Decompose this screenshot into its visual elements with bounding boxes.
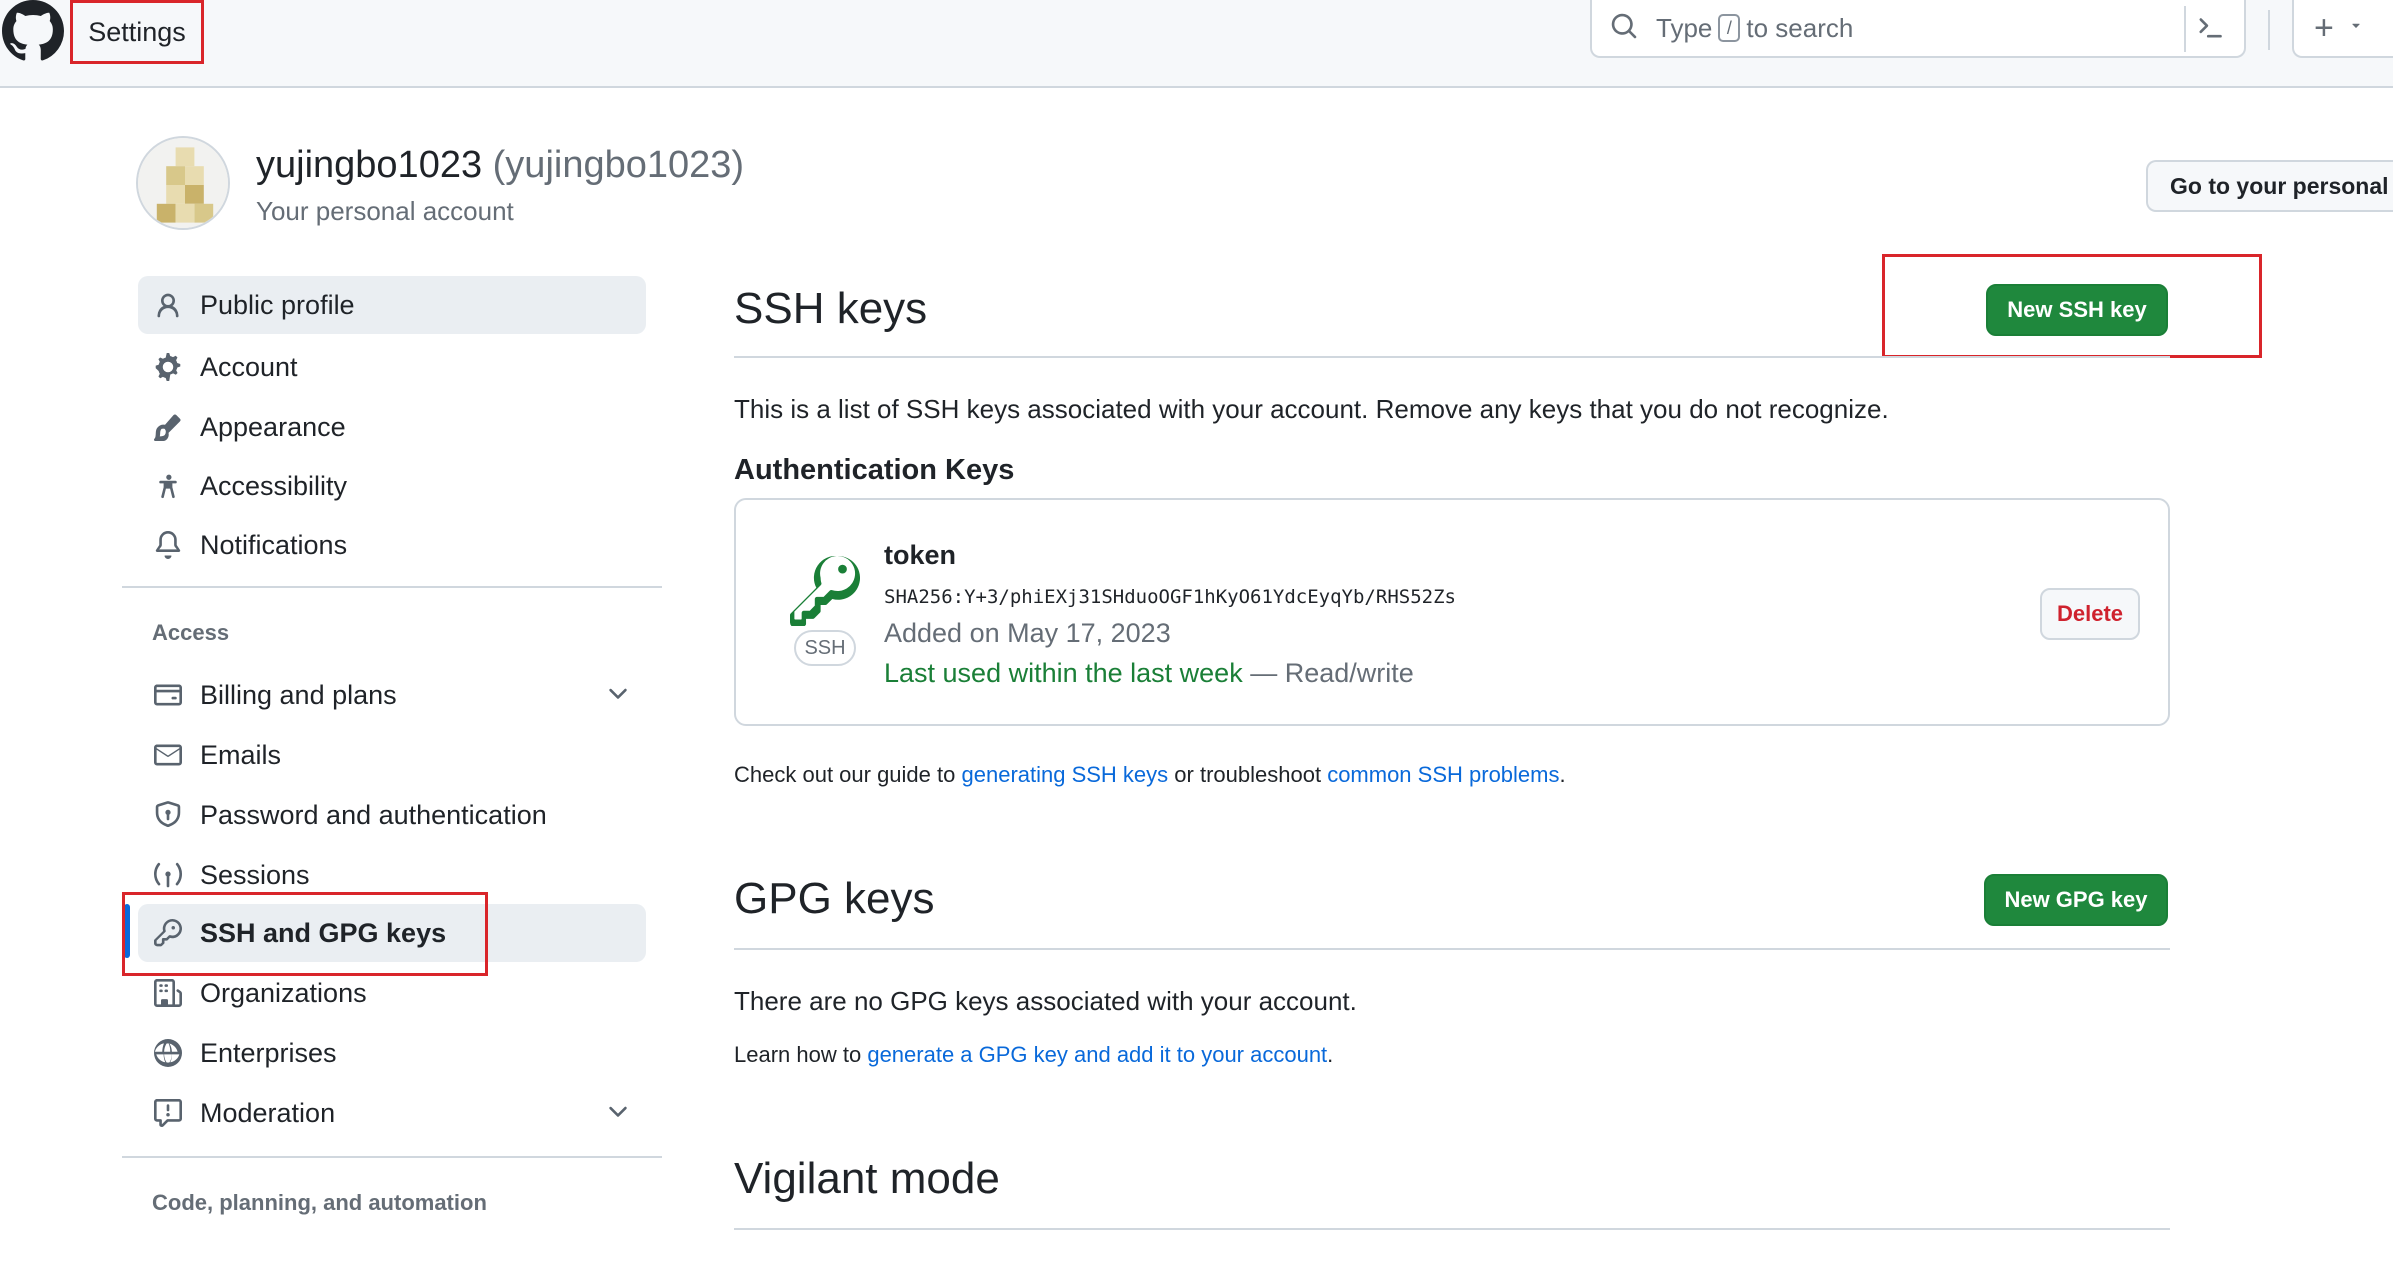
- sidebar-item-enterprises[interactable]: Enterprises: [138, 1024, 646, 1082]
- guide-end: .: [1559, 762, 1566, 787]
- key-title: token: [884, 540, 957, 570]
- chevron-down-icon[interactable]: [604, 1098, 632, 1133]
- search-icon: [1610, 12, 1638, 45]
- credit-card-icon: [152, 679, 184, 711]
- sidebar-item-label: Appearance: [200, 411, 346, 442]
- sidebar-section-code: Code, planning, and automation: [152, 1190, 487, 1215]
- key-last-used: Last used within the last week — Read/wr…: [884, 658, 1414, 689]
- triangle-down-icon: [2348, 18, 2364, 39]
- broadcast-icon: [152, 859, 184, 891]
- section-divider: [734, 948, 2170, 950]
- sidebar-item-notifications[interactable]: Notifications: [138, 516, 646, 574]
- sidebar-divider: [122, 1156, 662, 1158]
- key-icon: [789, 555, 861, 631]
- paintbrush-icon: [152, 411, 184, 443]
- generating-ssh-keys-link[interactable]: generating SSH keys: [962, 762, 1169, 787]
- sidebar-item-label: Accessibility: [200, 470, 348, 501]
- gear-icon: [152, 351, 184, 383]
- sidebar-item-label: Account: [200, 351, 298, 382]
- learn-prefix: Learn how to: [734, 1042, 862, 1067]
- sidebar-section-access: Access: [152, 620, 230, 645]
- report-icon: [152, 1097, 184, 1129]
- learn-end: .: [1327, 1042, 1334, 1067]
- generate-gpg-key-link[interactable]: generate a GPG key and add it to your ac…: [867, 1042, 1327, 1067]
- bell-icon: [152, 529, 184, 561]
- new-gpg-key-button[interactable]: New GPG key: [1984, 874, 2168, 926]
- gpg-learn-text: Learn how to generate a GPG key and add …: [734, 1042, 1333, 1068]
- github-logo-icon[interactable]: [0, 0, 66, 62]
- go-to-profile-button[interactable]: Go to your personal profile: [2146, 160, 2393, 212]
- sidebar-item-label: Moderation: [200, 1097, 336, 1128]
- command-palette-button[interactable]: [2184, 6, 2234, 52]
- chevron-down-icon[interactable]: [604, 680, 632, 715]
- page-title: Settings: [70, 0, 204, 64]
- key-last-used-text: Last used within the last week: [884, 658, 1243, 688]
- ssh-description: This is a list of SSH keys associated wi…: [734, 394, 1889, 424]
- section-divider: [734, 1228, 2170, 1230]
- search-shortcut-key: /: [1718, 14, 1741, 42]
- profile-name: yujingbo1023 (yujingbo1023): [256, 144, 744, 187]
- username[interactable]: yujingbo1023: [256, 144, 482, 186]
- sidebar-item-moderation[interactable]: Moderation: [138, 1084, 646, 1142]
- sidebar-item-label: Billing and plans: [200, 679, 397, 710]
- organization-icon: [152, 977, 184, 1009]
- shield-icon: [152, 799, 184, 831]
- globe-icon: [152, 1037, 184, 1069]
- sidebar-divider: [122, 586, 662, 588]
- sidebar-item-label: Organizations: [200, 977, 367, 1008]
- common-ssh-problems-link[interactable]: common SSH problems: [1327, 762, 1559, 787]
- guide-prefix: Check out our guide to: [734, 762, 956, 787]
- ssh-key-item: [734, 498, 2170, 726]
- sidebar-item-billing[interactable]: Billing and plans: [138, 666, 646, 724]
- sidebar-item-emails[interactable]: Emails: [138, 726, 646, 784]
- authentication-keys-heading: Authentication Keys: [734, 454, 1015, 486]
- ssh-keys-heading: SSH keys: [734, 284, 928, 333]
- sidebar-item-label: Sessions: [200, 859, 310, 890]
- search-placeholder-prefix: Type: [1656, 12, 1713, 43]
- sidebar-item-label: Enterprises: [200, 1037, 337, 1068]
- ssh-guide-text: Check out our guide to generating SSH ke…: [734, 762, 1566, 788]
- gpg-keys-heading: GPG keys: [734, 874, 935, 923]
- person-icon: [152, 289, 184, 321]
- create-new-button[interactable]: +: [2292, 0, 2393, 58]
- sidebar-item-label: Password and authentication: [200, 799, 547, 830]
- annotation-highlight-sidebar: [122, 892, 488, 976]
- search-placeholder-suffix: to search: [1746, 12, 1854, 43]
- annotation-highlight-button: [1882, 254, 2262, 358]
- terminal-icon: [2196, 13, 2224, 46]
- key-added-date: Added on May 17, 2023: [884, 618, 1171, 648]
- key-access-level: — Read/write: [1250, 658, 1414, 688]
- sidebar-item-appearance[interactable]: Appearance: [138, 398, 646, 456]
- mail-icon: [152, 739, 184, 771]
- accessibility-icon: [152, 470, 184, 502]
- sidebar-item-account[interactable]: Account: [138, 338, 646, 396]
- sidebar-item-accessibility[interactable]: Accessibility: [138, 457, 646, 515]
- key-fingerprint: SHA256:Y+3/phiEXj31SHduoOGF1hKyO61YdcEyq…: [884, 586, 1456, 608]
- plus-icon: +: [2314, 9, 2334, 47]
- user-handle: (yujingbo1023): [492, 144, 745, 186]
- sidebar-item-label: Public profile: [200, 289, 355, 320]
- search-input[interactable]: Type / to search: [1590, 0, 2246, 58]
- sidebar-item-label: Notifications: [200, 529, 348, 560]
- sidebar-item-public-profile[interactable]: Public profile: [138, 276, 646, 334]
- header-divider: [2268, 10, 2270, 50]
- sidebar-item-label: Emails: [200, 739, 282, 770]
- account-subtitle: Your personal account: [256, 196, 514, 226]
- vigilant-mode-heading: Vigilant mode: [734, 1154, 1000, 1203]
- ssh-badge: SSH: [794, 630, 856, 666]
- section-divider: [734, 356, 2170, 358]
- sidebar-item-password-authentication[interactable]: Password and authentication: [138, 786, 646, 844]
- guide-middle: or troubleshoot: [1174, 762, 1322, 787]
- gpg-empty-message: There are no GPG keys associated with yo…: [734, 986, 1357, 1016]
- avatar[interactable]: [136, 136, 230, 230]
- delete-key-button[interactable]: Delete: [2040, 588, 2140, 640]
